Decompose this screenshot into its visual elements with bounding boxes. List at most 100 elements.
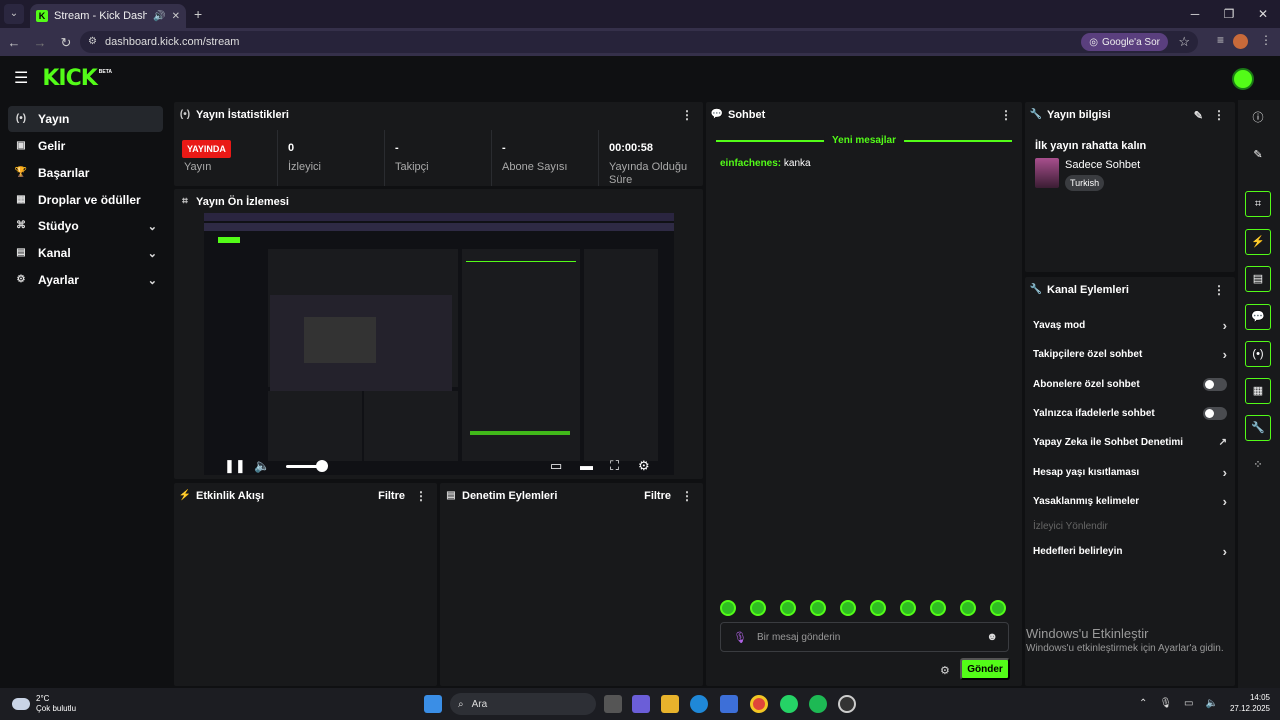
emoji-picker-icon[interactable]: ☻ (986, 631, 998, 643)
followers-only-row[interactable]: Takipçilere özel sohbet › (1033, 341, 1227, 367)
chat-settings-icon[interactable]: ⚙ (940, 664, 950, 677)
pause-icon[interactable]: ❚❚ (224, 459, 246, 472)
chat-username[interactable]: einfachenes: (720, 158, 781, 169)
emote-icon[interactable] (930, 600, 946, 616)
sidebar-item-gelir[interactable]: ▣ Gelir (8, 133, 163, 159)
broadcast-icon[interactable]: (•) (1245, 341, 1271, 367)
network-icon[interactable]: ▭ (1184, 698, 1193, 709)
url-field[interactable]: ⚙ dashboard.kick.com/stream ◎ Google'a S… (80, 31, 1198, 53)
reading-list-icon[interactable]: ≡ (1217, 34, 1224, 46)
forward-button[interactable]: → (28, 36, 52, 49)
new-tab-button[interactable]: + (194, 6, 202, 22)
edit-pencil-icon[interactable]: ✎ (1194, 109, 1203, 122)
sidebar-item-droplar[interactable]: ▦ Droplar ve ödüller (8, 187, 163, 213)
browser-profile-avatar[interactable] (1233, 34, 1248, 49)
edit-pencil-icon[interactable]: ✎ (1245, 142, 1271, 168)
send-button[interactable]: Gönder (960, 658, 1010, 680)
copilot-icon[interactable] (632, 695, 650, 713)
menu-icon[interactable]: ☰ (14, 68, 28, 88)
steam-icon[interactable] (838, 695, 856, 713)
microphone-icon[interactable]: 🎙 (1159, 698, 1172, 709)
emote-icon[interactable] (780, 600, 796, 616)
whatsapp-icon[interactable] (780, 695, 798, 713)
close-tab-icon[interactable]: ✕ (172, 11, 180, 22)
volume-icon[interactable]: 🔈 (254, 459, 270, 472)
emote-icon[interactable] (960, 600, 976, 616)
emote-icon[interactable] (870, 600, 886, 616)
video-player[interactable] (204, 213, 674, 475)
category-name[interactable]: Sadece Sohbet (1065, 159, 1140, 171)
chrome-icon[interactable] (750, 695, 768, 713)
system-tray: ⌃ 🎙 ▭ 🔈 14:05 27.12.2025 (1139, 692, 1270, 714)
captions-icon[interactable]: ▭ (550, 459, 562, 472)
browser-tab[interactable]: K Stream - Kick Dashboard 🔊 ✕ (30, 4, 186, 28)
minimize-button[interactable]: ─ (1178, 0, 1212, 28)
microphone-icon[interactable]: 🎙 (733, 631, 747, 644)
more-options-icon[interactable]: ⋮ (681, 108, 693, 122)
tab-list-button[interactable]: ⌄ (4, 4, 24, 24)
sidebar-item-yayin[interactable]: (•) Yayın (8, 106, 163, 132)
taskbar-search[interactable]: ⌕ Ara (450, 693, 596, 715)
more-options-icon[interactable]: ⋮ (681, 489, 693, 503)
edge-icon[interactable] (690, 695, 708, 713)
weather-widget[interactable]: 2°C Çok bulutlu (12, 694, 76, 714)
theater-mode-icon[interactable]: ▬ (580, 459, 593, 472)
fullscreen-icon[interactable]: ⛶ (610, 459, 619, 472)
store-icon[interactable] (720, 695, 738, 713)
info-icon[interactable]: ⓘ (1245, 105, 1271, 131)
audio-playing-icon[interactable]: 🔊 (153, 11, 165, 22)
browser-menu-icon[interactable]: ⋮ (1260, 34, 1272, 46)
settings-gear-icon[interactable]: ⚙ (638, 459, 650, 472)
google-ask-button[interactable]: ◎ Google'a Sor (1081, 33, 1168, 51)
account-age-row[interactable]: Hesap yaşı kısıtlaması › (1033, 459, 1227, 485)
close-window-button[interactable]: ✕ (1246, 0, 1280, 28)
add-widget-icon[interactable]: ⁘ (1245, 452, 1271, 478)
reload-button[interactable]: ↻ (54, 36, 78, 49)
filter-button[interactable]: Filtre (644, 490, 671, 502)
emotes-only-toggle[interactable] (1203, 406, 1227, 420)
emote-icon[interactable] (750, 600, 766, 616)
sidebar-item-basarilar[interactable]: 🏆 Başarılar (8, 160, 163, 186)
subscribers-only-toggle[interactable] (1203, 377, 1227, 391)
user-avatar[interactable] (1232, 68, 1254, 90)
clipboard-icon: ▤ (446, 490, 456, 501)
windows-start-icon[interactable] (424, 695, 442, 713)
more-options-icon[interactable]: ⋮ (1213, 283, 1225, 297)
wrench-icon[interactable]: 🔧 (1245, 415, 1271, 441)
chevron-up-icon[interactable]: ⌃ (1139, 698, 1147, 709)
emote-icon[interactable] (840, 600, 856, 616)
more-options-icon[interactable]: ⋮ (1213, 108, 1225, 122)
slow-mode-row[interactable]: Yavaş mod › (1033, 312, 1227, 338)
bookmark-star-icon[interactable]: ☆ (1178, 34, 1190, 50)
restore-button[interactable]: ❐ (1212, 0, 1246, 28)
clipboard-icon[interactable]: ▤ (1245, 266, 1271, 292)
emote-icon[interactable] (720, 600, 736, 616)
emote-icon[interactable] (990, 600, 1006, 616)
emote-icon[interactable] (810, 600, 826, 616)
task-view-icon[interactable] (604, 695, 622, 713)
back-button[interactable]: ← (2, 36, 26, 49)
ai-moderation-row[interactable]: Yapay Zeka ile Sohbet Denetimi ↗ (1033, 429, 1227, 455)
volume-icon[interactable]: 🔈 (1206, 698, 1218, 709)
filter-button[interactable]: Filtre (378, 490, 405, 502)
more-options-icon[interactable]: ⋮ (1000, 108, 1012, 122)
emote-icon[interactable] (900, 600, 916, 616)
file-explorer-icon[interactable] (661, 695, 679, 713)
chat-input[interactable]: 🎙 Bir mesaj gönderin ☻ (720, 622, 1009, 652)
sidebar-item-kanal[interactable]: ▤ Kanal ⌄ (8, 240, 163, 266)
clock[interactable]: 14:05 27.12.2025 (1230, 692, 1270, 714)
set-goals-row[interactable]: Hedefleri belirleyin › (1033, 538, 1227, 564)
sidebar-item-studyo[interactable]: ⌘ Stüdyo ⌄ (8, 213, 163, 239)
layout-icon[interactable]: ▦ (1245, 378, 1271, 404)
sidebar-item-ayarlar[interactable]: ⚙ Ayarlar ⌄ (8, 267, 163, 293)
site-info-icon[interactable]: ⚙ (88, 37, 97, 47)
banned-words-row[interactable]: Yasaklanmış kelimeler › (1033, 488, 1227, 514)
chevron-right-icon: › (1222, 464, 1227, 480)
volume-slider-handle[interactable] (316, 460, 328, 472)
more-options-icon[interactable]: ⋮ (415, 489, 427, 503)
lightning-icon[interactable]: ⚡ (1245, 229, 1271, 255)
chat-bubble-icon[interactable]: 💬 (1245, 304, 1271, 330)
kick-logo[interactable]: KICK (42, 66, 97, 91)
preview-widget-icon[interactable]: ⌗ (1245, 191, 1271, 217)
spotify-icon[interactable] (809, 695, 827, 713)
